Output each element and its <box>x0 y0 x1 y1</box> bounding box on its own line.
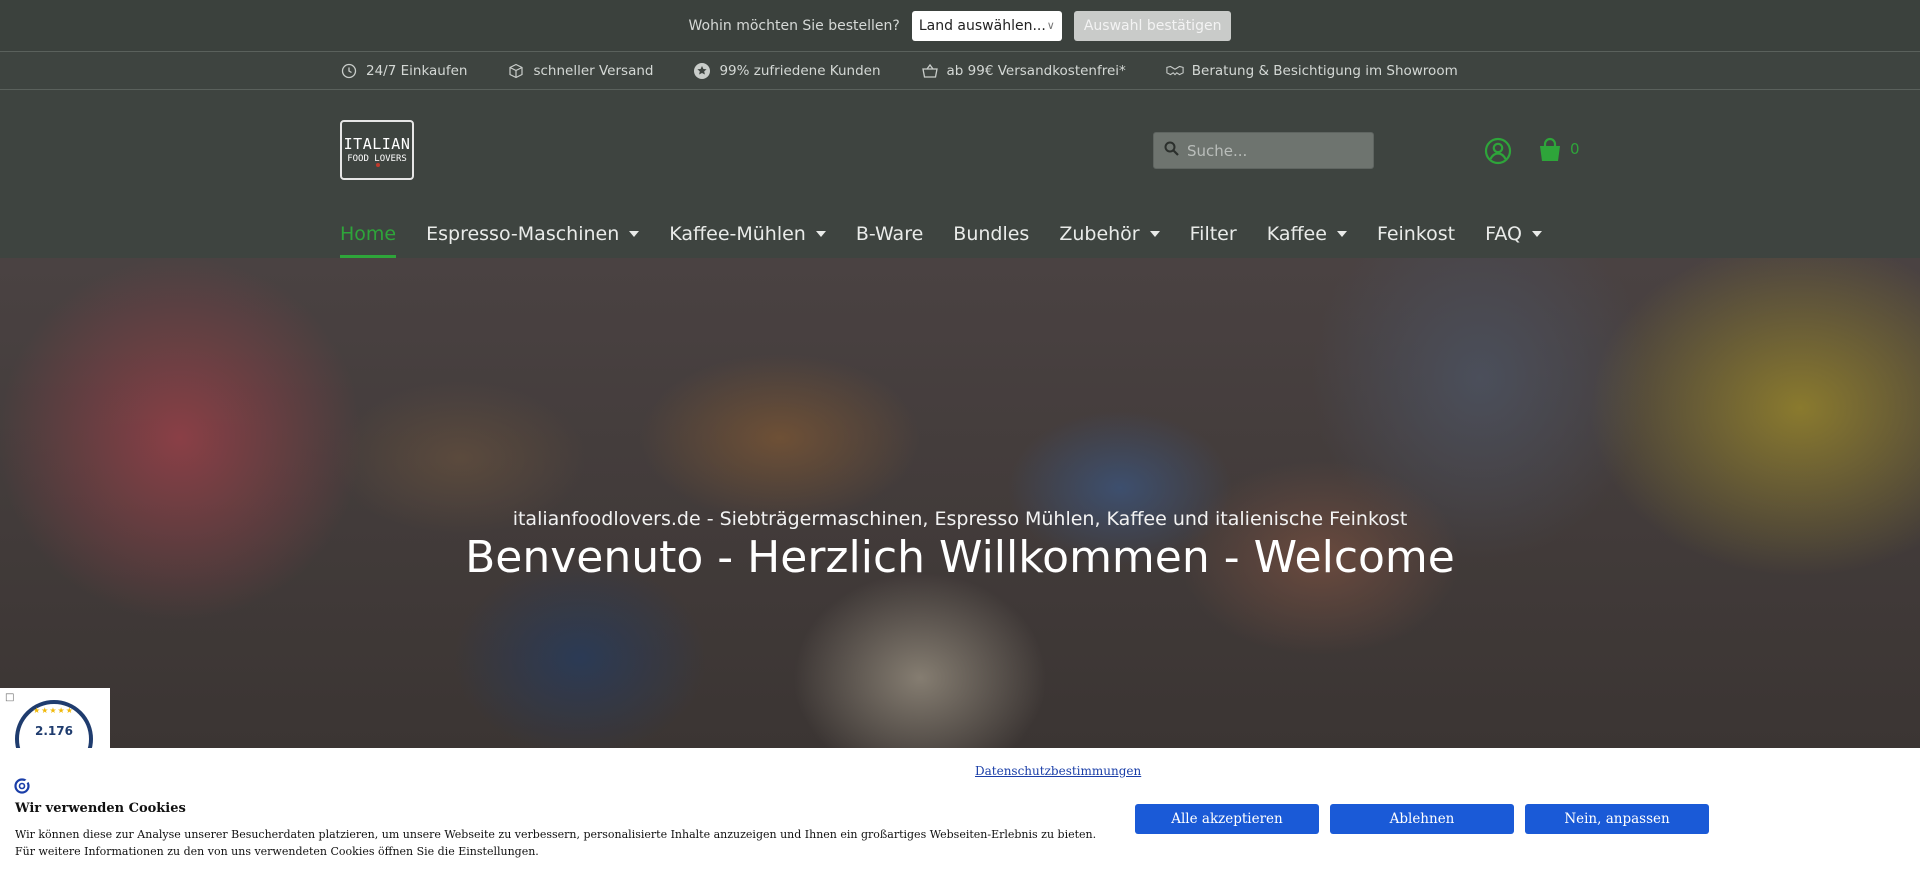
stars-icon: ★★★★★ <box>33 706 74 715</box>
nav-label: B-Ware <box>855 223 924 245</box>
logo-line-1: ITALIAN <box>343 134 411 153</box>
cookie-logo-icon <box>14 778 30 794</box>
trusted-shops-badge[interactable]: □ ★★★★★ 2.176 <box>0 688 110 778</box>
caret-down-icon <box>1149 231 1160 237</box>
nav-item-b-ware[interactable]: B-Ware <box>856 210 923 258</box>
cookie-banner: Datenschutzbestimmungen Wir verwenden Co… <box>0 748 1920 888</box>
country-bar: Wohin möchten Sie bestellen? Land auswäh… <box>0 0 1920 52</box>
confirm-country-button[interactable]: Auswahl bestätigen <box>1073 10 1232 41</box>
chevron-down-icon: ∨ <box>1046 19 1055 32</box>
search-input[interactable]: Suche... <box>1153 132 1374 169</box>
nav-label: Zubehör <box>1059 223 1140 245</box>
review-count: 2.176 <box>35 724 73 738</box>
usp-label: Beratung & Besichtigung im Showroom <box>1191 62 1458 79</box>
nav-label: Home <box>340 223 397 245</box>
site-logo[interactable]: ITALIAN FOOD LOVERS <box>340 120 414 180</box>
nav-item-kaffee-muehlen[interactable]: Kaffee-Mühlen <box>669 210 826 258</box>
usp-item: 24/7 Einkaufen <box>340 62 467 80</box>
accept-all-button[interactable]: Alle akzeptieren <box>1135 804 1319 834</box>
hero-subtitle: italianfoodlovers.de - Siebträgermaschin… <box>512 508 1408 530</box>
account-icon[interactable] <box>1484 137 1512 165</box>
nav-item-faq[interactable]: FAQ <box>1485 210 1542 258</box>
logo-dot <box>376 163 380 167</box>
box-icon <box>507 62 525 80</box>
caret-down-icon <box>629 231 640 237</box>
nav-item-bundles[interactable]: Bundles <box>953 210 1029 258</box>
country-select-value: Land auswählen... <box>918 17 1046 34</box>
usp-label: schneller Versand <box>533 62 654 79</box>
cart-count[interactable]: 0 <box>1570 140 1580 158</box>
basket-icon <box>921 62 939 80</box>
handshake-icon <box>1166 62 1184 80</box>
clock-icon <box>340 62 358 80</box>
usp-label: 24/7 Einkaufen <box>366 62 468 79</box>
caret-down-icon <box>1336 231 1347 237</box>
close-badge-icon[interactable]: □ <box>5 692 14 703</box>
privacy-policy-link[interactable]: Datenschutzbestimmungen <box>975 764 1141 778</box>
nav-label: Espresso-Maschinen <box>426 223 620 245</box>
nav-label: Filter <box>1189 223 1237 245</box>
main-nav: Home Espresso-Maschinen Kaffee-Mühlen B-… <box>340 210 1542 258</box>
usp-item: ab 99€ Versandkostenfrei* <box>921 62 1126 80</box>
usp-item: schneller Versand <box>507 62 653 80</box>
usp-label: 99% zufriedene Kunden <box>719 62 881 79</box>
nav-label: FAQ <box>1485 223 1522 245</box>
country-question: Wohin möchten Sie bestellen? <box>688 17 900 34</box>
reject-button[interactable]: Ablehnen <box>1330 804 1514 834</box>
star-badge-icon <box>693 62 711 80</box>
nav-label: Feinkost <box>1376 223 1456 245</box>
cookie-title: Wir verwenden Cookies <box>15 801 186 816</box>
cookie-text: Wir können diese zur Analyse unserer Bes… <box>15 828 1097 858</box>
hero-banner: italianfoodlovers.de - Siebträgermaschin… <box>0 258 1920 748</box>
hero-title: Benvenuto - Herzlich Willkommen - Welcom… <box>465 532 1455 583</box>
search-icon <box>1164 141 1179 160</box>
usp-label: ab 99€ Versandkostenfrei* <box>946 62 1126 79</box>
country-select[interactable]: Land auswählen... ∨ <box>911 10 1062 41</box>
caret-down-icon <box>1531 231 1542 237</box>
customize-button[interactable]: Nein, anpassen <box>1525 804 1709 834</box>
search-placeholder: Suche... <box>1187 141 1248 160</box>
usp-item: Beratung & Besichtigung im Showroom <box>1166 62 1458 80</box>
nav-item-espresso-maschinen[interactable]: Espresso-Maschinen <box>426 210 640 258</box>
nav-item-feinkost[interactable]: Feinkost <box>1377 210 1455 258</box>
nav-item-home[interactable]: Home <box>340 210 397 258</box>
nav-item-kaffee[interactable]: Kaffee <box>1267 210 1347 258</box>
cart-icon[interactable] <box>1536 136 1564 164</box>
nav-item-filter[interactable]: Filter <box>1190 210 1237 258</box>
usp-bar: 24/7 Einkaufen schneller Versand 99% zuf… <box>0 52 1920 90</box>
nav-label: Kaffee-Mühlen <box>669 223 806 245</box>
nav-label: Kaffee <box>1266 223 1327 245</box>
nav-item-zubehoer[interactable]: Zubehör <box>1059 210 1160 258</box>
usp-item: 99% zufriedene Kunden <box>693 62 881 80</box>
nav-label: Bundles <box>953 223 1030 245</box>
site-header: ITALIAN FOOD LOVERS Suche... 0 <box>0 90 1920 210</box>
caret-down-icon <box>815 231 826 237</box>
